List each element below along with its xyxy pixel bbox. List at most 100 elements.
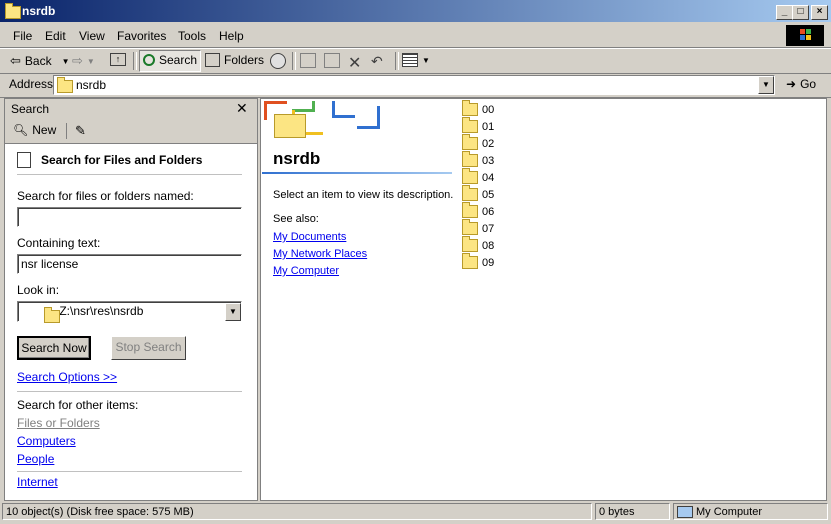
- folder-item[interactable]: 04: [462, 168, 494, 186]
- close-icon[interactable]: ✕: [236, 100, 248, 117]
- up-folder-button[interactable]: ↑: [110, 53, 126, 66]
- folder-list: 00 01 02 03 04 05 06 07 08 09: [462, 100, 494, 271]
- status-zone: My Computer: [673, 503, 828, 520]
- stop-search-button[interactable]: Stop Search: [111, 336, 186, 360]
- address-field[interactable]: nsrdb ▼: [53, 75, 775, 95]
- folder-icon: [462, 117, 478, 133]
- search-companion-icon[interactable]: ✎: [75, 123, 86, 139]
- folder-item[interactable]: 05: [462, 185, 494, 203]
- folder-icon: [462, 253, 478, 269]
- undo-button[interactable]: ↶: [371, 53, 383, 70]
- toolbar-separator: [395, 52, 399, 70]
- status-objects: 10 object(s) (Disk free space: 575 MB): [2, 503, 592, 520]
- go-arrow-icon: ➜: [786, 77, 797, 91]
- folder-view: nsrdb Select an item to view its descrip…: [260, 98, 827, 501]
- delete-button[interactable]: ✕: [348, 53, 361, 73]
- views-icon: [402, 53, 418, 67]
- chevron-down-icon[interactable]: ▼: [62, 57, 70, 66]
- lookin-dropdown-button[interactable]: ▼: [225, 303, 241, 321]
- menu-favorites[interactable]: Favorites: [117, 29, 166, 43]
- search-button[interactable]: Search: [139, 50, 201, 72]
- containing-label: Containing text:: [17, 236, 101, 250]
- folders-icon: [205, 53, 220, 67]
- windows-logo-icon: [786, 25, 824, 46]
- files-or-folders-link[interactable]: Files or Folders: [17, 416, 100, 430]
- search-now-button[interactable]: Search Now: [17, 336, 91, 360]
- search-pane-toolbar: 🔍︎ New ✎: [5, 119, 257, 144]
- back-button[interactable]: ⇦ Back ▼: [10, 53, 70, 69]
- search-pane-title: Search: [11, 102, 50, 116]
- history-button[interactable]: [270, 53, 286, 69]
- computers-link[interactable]: Computers: [17, 434, 76, 448]
- folder-icon: [462, 151, 478, 167]
- chevron-down-icon[interactable]: ▼: [87, 57, 95, 66]
- folder-item[interactable]: 00: [462, 100, 494, 118]
- name-label: Search for files or folders named:: [17, 189, 194, 203]
- undo-icon: ↶: [371, 53, 383, 69]
- search-options-link[interactable]: Search Options >>: [17, 370, 117, 384]
- menu-bar: File Edit View Favorites Tools Help: [0, 25, 831, 48]
- forward-arrow-icon: ⇨: [72, 53, 83, 68]
- folders-button[interactable]: Folders: [205, 53, 264, 67]
- address-dropdown-button[interactable]: ▼: [758, 76, 774, 94]
- close-button[interactable]: ×: [811, 5, 828, 20]
- address-bar: Address nsrdb ▼ ➜ Go: [0, 73, 831, 98]
- window-title: nsrdb: [22, 4, 56, 18]
- my-network-places-link[interactable]: My Network Places: [273, 248, 367, 260]
- menu-view[interactable]: View: [79, 29, 105, 43]
- lookin-select[interactable]: Z:\nsr\res\nsrdb ▼: [17, 301, 242, 324]
- folder-icon: [462, 185, 478, 201]
- menu-help[interactable]: Help: [219, 29, 244, 43]
- folder-item[interactable]: 08: [462, 236, 494, 254]
- toolbar: ⇦ Back ▼ ⇨ ▼ ↑ Search Folders ✕ ↶ ▼: [0, 48, 831, 74]
- folder-item[interactable]: 01: [462, 117, 494, 135]
- title-bar: nsrdb _ □ ×: [0, 0, 831, 22]
- back-arrow-icon: ⇦: [10, 53, 21, 68]
- lookin-value: Z:\nsr\res\nsrdb: [59, 304, 144, 318]
- new-search-button[interactable]: 🔍︎ New: [13, 123, 56, 137]
- folder-item[interactable]: 02: [462, 134, 494, 152]
- maximize-button[interactable]: □: [792, 5, 809, 20]
- folder-item[interactable]: 06: [462, 202, 494, 220]
- folder-item[interactable]: 09: [462, 253, 494, 271]
- containing-text-input[interactable]: nsr license: [17, 254, 242, 274]
- search-icon: [143, 54, 155, 66]
- search-files-icon: [17, 152, 31, 168]
- folder-icon: [57, 77, 73, 93]
- menu-file[interactable]: File: [13, 29, 32, 43]
- title-underline: [262, 172, 452, 174]
- computer-icon: [677, 506, 693, 518]
- menu-edit[interactable]: Edit: [45, 29, 66, 43]
- lookin-label: Look in:: [17, 283, 60, 297]
- folder-item[interactable]: 03: [462, 151, 494, 169]
- divider: [17, 391, 242, 392]
- folder-icon: [462, 236, 478, 252]
- see-also-label: See also:: [273, 213, 319, 225]
- views-button[interactable]: ▼: [402, 53, 430, 67]
- folder-icon: [462, 202, 478, 218]
- menu-tools[interactable]: Tools: [178, 29, 206, 43]
- other-items-label: Search for other items:: [17, 398, 139, 412]
- folder-icon: [462, 219, 478, 235]
- copy-to-button[interactable]: [324, 53, 340, 68]
- move-to-icon: [300, 53, 316, 68]
- folder-icon: [462, 168, 478, 184]
- move-to-button[interactable]: [300, 53, 316, 68]
- go-button[interactable]: ➜ Go: [786, 77, 816, 91]
- up-folder-icon: ↑: [110, 53, 126, 66]
- my-documents-link[interactable]: My Documents: [273, 231, 346, 243]
- people-link[interactable]: People: [17, 452, 54, 466]
- description-text: Select an item to view its description.: [273, 189, 454, 201]
- divider: [17, 471, 242, 472]
- folder-item[interactable]: 07: [462, 219, 494, 237]
- internet-link[interactable]: Internet: [17, 475, 58, 489]
- name-input[interactable]: [17, 207, 242, 227]
- divider: [17, 174, 242, 175]
- search-heading: Search for Files and Folders: [17, 152, 202, 168]
- copy-to-icon: [324, 53, 340, 68]
- chevron-down-icon[interactable]: ▼: [422, 56, 430, 65]
- address-value: nsrdb: [76, 78, 107, 92]
- forward-button[interactable]: ⇨ ▼: [72, 53, 95, 69]
- my-computer-link[interactable]: My Computer: [273, 265, 339, 277]
- minimize-button[interactable]: _: [776, 5, 793, 20]
